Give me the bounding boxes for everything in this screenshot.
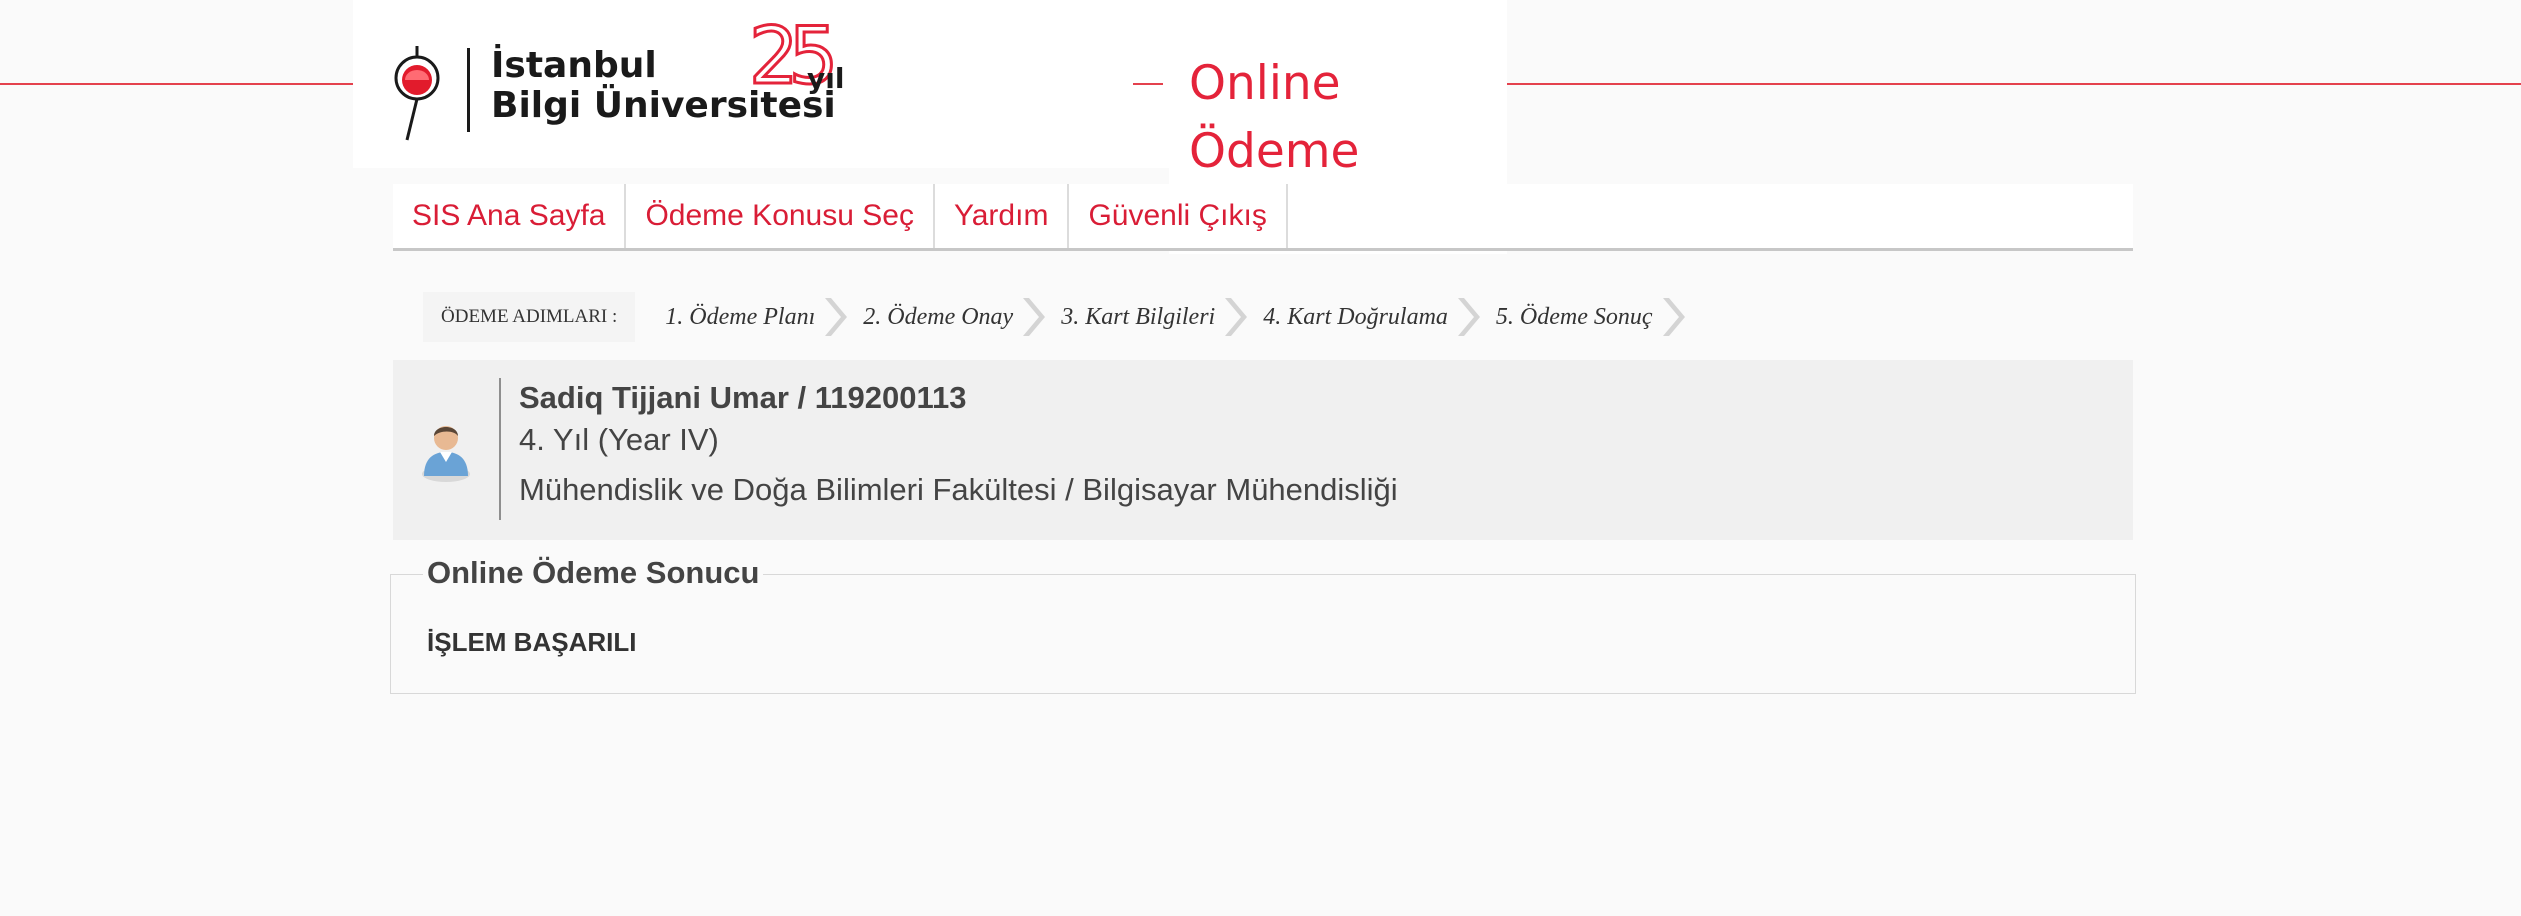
student-year: 4. Yıl (Year IV) [519, 422, 719, 457]
student-name-id: Sadiq Tijjani Umar / 119200113 [519, 380, 967, 415]
main-nav: SIS Ana Sayfa Ödeme Konusu Seç Yardım Gü… [393, 184, 2133, 251]
page-header: İstanbul Bilgi Üniversitesi 25 yıl Onlin… [0, 0, 2521, 254]
profile-divider [499, 378, 501, 520]
anniversary-word: yıl [807, 62, 845, 95]
step-payment-plan: 1. Ödeme Planı [665, 292, 849, 342]
chevron-right-icon [1225, 298, 1248, 336]
step-label: 1. Ödeme Planı [665, 303, 816, 330]
step-payment-confirm: 2. Ödeme Onay [863, 292, 1047, 342]
student-profile: Sadiq Tijjani Umar / 119200113 4. Yıl (Y… [393, 360, 2133, 540]
step-label: 4. Kart Doğrulama [1263, 303, 1448, 330]
step-label: 2. Ödeme Onay [863, 303, 1014, 330]
nav-sis-home[interactable]: SIS Ana Sayfa [393, 184, 627, 248]
chevron-right-icon [1662, 298, 1685, 336]
step-card-verification: 4. Kart Doğrulama [1263, 292, 1482, 342]
header-logo-area: İstanbul Bilgi Üniversitesi 25 yıl Onlin… [353, 0, 1571, 254]
step-label: 5. Ödeme Sonuç [1495, 303, 1653, 330]
steps-label: ÖDEME ADIMLARI : [423, 292, 636, 342]
step-card-info: 3. Kart Bilgileri [1061, 292, 1249, 342]
anniversary-badge: 25 yıl [747, 11, 844, 118]
chevron-right-icon [825, 298, 848, 336]
chevron-right-icon [1023, 298, 1046, 336]
nav-select-payment[interactable]: Ödeme Konusu Seç [626, 184, 935, 248]
result-title: Online Ödeme Sonucu [423, 555, 764, 591]
payment-steps: ÖDEME ADIMLARI : 1. Ödeme Planı 2. Ödeme… [423, 292, 1701, 342]
university-emblem-icon [394, 46, 440, 141]
university-logo[interactable]: İstanbul Bilgi Üniversitesi 25 yıl [373, 8, 844, 158]
step-payment-result: 5. Ödeme Sonuç [1496, 292, 1687, 342]
chevron-right-icon [1457, 298, 1480, 336]
student-department: Mühendislik ve Doğa Bilimleri Fakültesi … [519, 472, 1398, 507]
nav-help[interactable]: Yardım [935, 184, 1070, 248]
step-label: 3. Kart Bilgileri [1061, 303, 1216, 330]
nav-secure-logout[interactable]: Güvenli Çıkış [1069, 184, 1288, 248]
result-status: İŞLEM BAŞARILI [427, 627, 637, 657]
payment-result-panel: Online Ödeme Sonucu İŞLEM BAŞARILI [390, 555, 2136, 694]
logo-divider [467, 48, 470, 132]
user-avatar-icon [422, 426, 470, 482]
